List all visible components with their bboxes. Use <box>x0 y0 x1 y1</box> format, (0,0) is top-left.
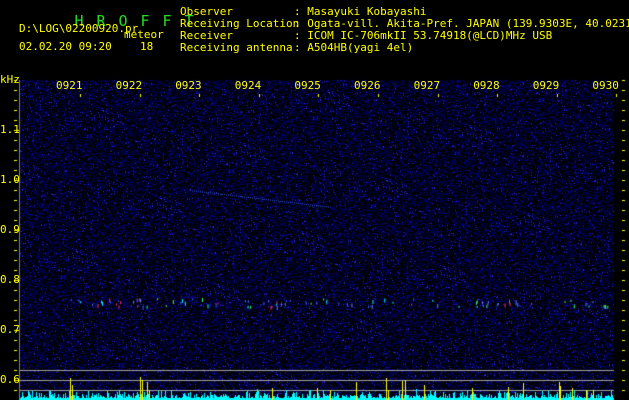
spectrogram-canvas <box>0 0 629 400</box>
time-tick-label: 0921 <box>56 79 83 92</box>
time-tick-label: 0930 <box>592 79 619 92</box>
time-tick-label: 0922 <box>115 79 143 92</box>
freq-tick-label: 1.1 <box>0 123 20 136</box>
time-tick-label: 0925 <box>294 79 321 92</box>
label-antenna: Receiving antenna <box>180 41 293 54</box>
freq-tick-label: 0.6 <box>0 373 20 386</box>
count: 18 <box>140 40 154 53</box>
datetime: 02.02.20 09:20 <box>19 40 112 53</box>
time-tick-label: 0924 <box>234 79 262 92</box>
title-letter: F <box>162 12 172 30</box>
time-tick-label: 0926 <box>354 79 381 92</box>
file-path: D:\LOG\02200920.pr <box>19 22 139 35</box>
time-tick-label: 0927 <box>413 79 441 92</box>
freq-tick-label: 1.0 <box>0 173 20 186</box>
time-tick-label: 0923 <box>175 79 202 92</box>
time-tick-label: 0929 <box>532 79 560 92</box>
y-unit-label: kHz <box>0 73 20 86</box>
freq-tick-label: 0.8 <box>0 273 20 286</box>
value-antenna: : A504HB(yagi 4el) <box>294 41 414 54</box>
freq-tick-label: 0.9 <box>0 223 20 236</box>
freq-tick-label: 0.7 <box>0 323 20 336</box>
time-tick-label: 0928 <box>473 79 500 92</box>
